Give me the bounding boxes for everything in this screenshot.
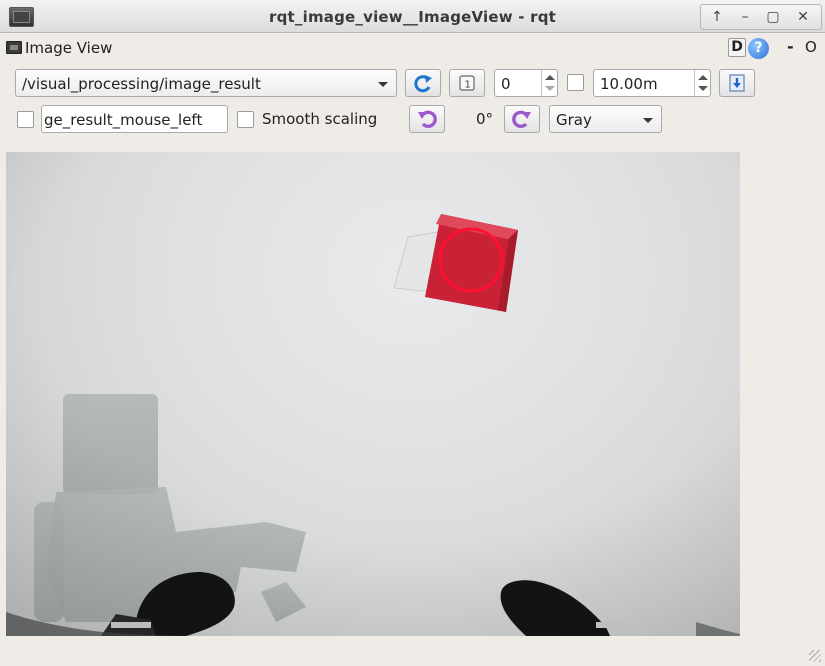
mouse-topic-input[interactable]: ge_result_mouse_left (41, 105, 228, 133)
chevron-down-icon (378, 82, 388, 87)
camera-image (6, 152, 740, 636)
plugin-close-button[interactable]: O (805, 38, 817, 56)
mouse-publish-checkbox[interactable] (17, 111, 34, 128)
rotate-right-icon (512, 110, 531, 128)
refresh-button[interactable] (405, 69, 441, 97)
title-bar: rqt_image_view__ImageView - rqt ↑ – ▢ ✕ (0, 0, 825, 33)
rotate-right-button[interactable] (504, 105, 540, 133)
image-view-icon (6, 41, 22, 54)
duration-spin-arrows[interactable] (694, 70, 710, 96)
mouse-topic-value: ge_result_mouse_left (44, 111, 203, 129)
topic-select[interactable]: /visual_processing/image_result (15, 69, 397, 97)
svg-text:1: 1 (465, 80, 471, 91)
number-spin-arrows[interactable] (541, 70, 557, 96)
smooth-scaling-label: Smooth scaling (262, 110, 378, 128)
rotate-left-button[interactable] (409, 105, 445, 133)
minimize-icon[interactable]: – (733, 6, 757, 28)
plugin-minimize-button[interactable]: - (787, 37, 794, 56)
resize-grip[interactable] (809, 650, 821, 662)
spin-down-icon (698, 86, 708, 91)
keep-above-icon[interactable]: ↑ (705, 6, 729, 28)
number-spinbox[interactable]: 0 (494, 69, 558, 97)
duration-checkbox[interactable] (567, 74, 584, 91)
color-scheme-select[interactable]: Gray (549, 105, 662, 133)
plugin-title: Image View (25, 39, 113, 57)
spin-up-icon (545, 75, 555, 80)
save-image-button[interactable] (719, 69, 755, 97)
chevron-down-icon (643, 118, 653, 123)
rotation-label: 0° (476, 110, 494, 128)
number-value: 0 (501, 75, 511, 93)
duration-spinbox[interactable]: 10.00m (593, 69, 711, 97)
duration-value: 10.00m (600, 75, 658, 93)
plugin-header: Image View D ? - O (0, 35, 825, 61)
spin-down-icon (545, 86, 555, 91)
save-icon (729, 74, 745, 92)
spin-up-icon (698, 75, 708, 80)
image-display[interactable] (6, 152, 740, 636)
rqt-window: rqt_image_view__ImageView - rqt ↑ – ▢ ✕ … (0, 0, 825, 666)
maximize-icon[interactable]: ▢ (761, 6, 785, 28)
color-scheme-value: Gray (556, 111, 592, 129)
window-controls: ↑ – ▢ ✕ (700, 4, 822, 30)
zoom-original-icon: 1 (459, 75, 475, 91)
zoom-1-button[interactable]: 1 (449, 69, 485, 97)
dock-d-button[interactable]: D (728, 38, 746, 57)
refresh-icon (414, 75, 432, 93)
topic-select-value: /visual_processing/image_result (22, 75, 261, 93)
close-icon[interactable]: ✕ (791, 6, 815, 28)
help-icon[interactable]: ? (748, 38, 769, 59)
rotate-left-icon (418, 110, 437, 128)
smooth-scaling-checkbox[interactable] (237, 111, 254, 128)
